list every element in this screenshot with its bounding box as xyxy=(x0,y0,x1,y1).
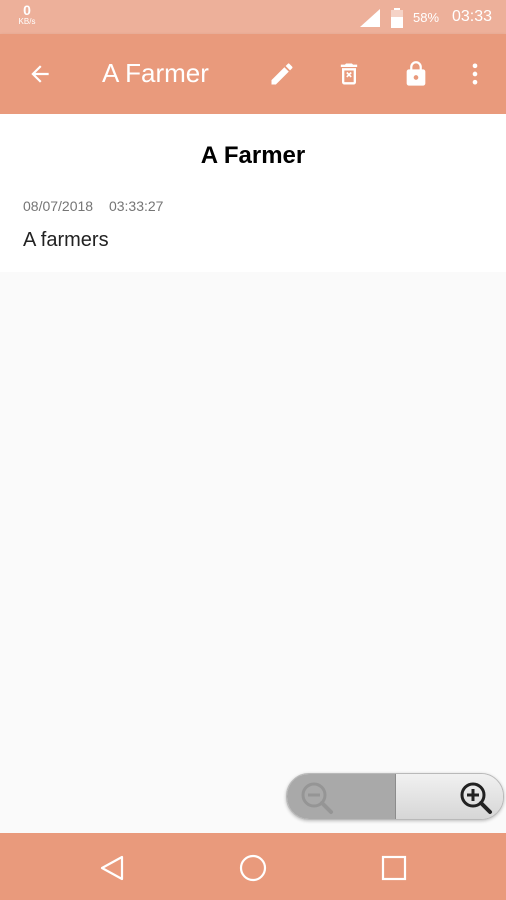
network-speed-value: 0 xyxy=(23,2,31,18)
pencil-icon xyxy=(271,63,293,85)
overflow-menu-icon xyxy=(472,63,478,85)
note-date: 08/07/2018 xyxy=(23,198,94,214)
back-arrow-icon xyxy=(31,65,49,83)
home-circle-icon xyxy=(239,854,267,882)
signal-icon xyxy=(360,9,380,27)
note-title: A Farmer xyxy=(200,142,306,169)
recents-square-icon xyxy=(381,855,407,881)
app-bar-title: A Farmer xyxy=(102,58,209,88)
nav-recents-button[interactable] xyxy=(379,853,409,883)
back-triangle-icon xyxy=(100,855,124,881)
lock-icon xyxy=(406,61,426,86)
zoom-controls xyxy=(286,773,504,820)
app-bar: A Farmer xyxy=(0,34,506,114)
note-timestamp: 08/07/2018 03:33:27 xyxy=(23,198,163,214)
network-speed: 0 KB/s xyxy=(12,3,42,26)
note-card: A Farmer 08/07/2018 03:33:27 A farmers xyxy=(0,114,506,272)
lock-button[interactable] xyxy=(402,60,430,88)
edit-button[interactable] xyxy=(268,60,296,88)
network-speed-unit: KB/s xyxy=(18,17,36,26)
delete-button[interactable] xyxy=(335,60,363,88)
trash-icon xyxy=(340,63,358,85)
nav-home-button[interactable] xyxy=(238,853,268,883)
zoom-in-button[interactable] xyxy=(396,774,503,819)
note-body: A farmers xyxy=(23,229,109,251)
zoom-out-button[interactable] xyxy=(287,774,395,819)
battery-icon xyxy=(391,8,403,28)
back-button[interactable] xyxy=(26,60,54,88)
note-time: 03:33:27 xyxy=(108,198,164,214)
battery-percent: 58% xyxy=(413,10,440,25)
zoom-out-icon xyxy=(301,782,333,814)
navigation-bar xyxy=(0,833,506,900)
status-clock: 03:33 xyxy=(452,8,493,25)
zoom-in-icon xyxy=(460,782,492,814)
overflow-menu-button[interactable] xyxy=(461,60,489,88)
status-bar: 0 KB/s 58% 03:33 xyxy=(0,0,506,34)
nav-back-button[interactable] xyxy=(97,853,127,883)
